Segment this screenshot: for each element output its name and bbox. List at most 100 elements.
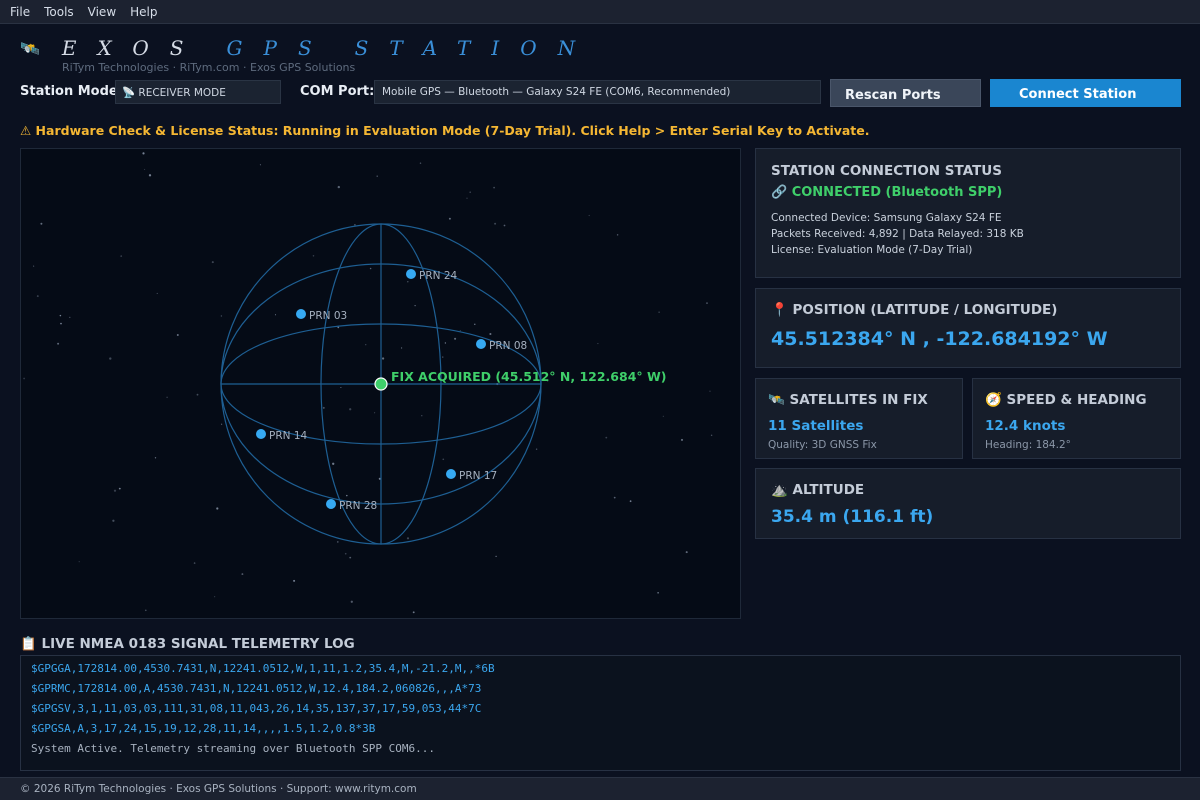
app-title: 🛰️ EXOS GPS STATION <box>20 34 596 62</box>
satellites-fix-title: 🛰️ SATELLITES IN FIX <box>768 392 928 408</box>
connection-status-badge: 🔗 CONNECTED (Bluetooth SPP) <box>771 185 1003 200</box>
star <box>350 600 353 603</box>
star <box>349 556 352 559</box>
star <box>113 489 117 492</box>
speed-heading-title: 🧭 SPEED & HEADING <box>985 392 1147 408</box>
star <box>166 396 168 399</box>
menu-view[interactable]: View <box>88 5 116 19</box>
app-subtitle: RiTym Technologies · RiTym.com · Exos GP… <box>62 61 356 74</box>
satellites-fix-quality: Quality: 3D GNSS Fix <box>768 439 877 451</box>
star <box>36 295 39 298</box>
star <box>605 436 608 439</box>
star <box>421 415 423 417</box>
satellite-markers: PRN 24 PRN 03 PRN 08 PRN 14 PRN 17 PRN 2… <box>256 269 527 512</box>
satellite-marker-prn28 <box>326 499 336 509</box>
star <box>322 406 325 409</box>
star <box>597 343 599 345</box>
satellite-sky-view: PRN 24 PRN 03 PRN 08 PRN 14 PRN 17 PRN 2… <box>20 148 741 619</box>
altitude-value: 35.4 m (116.1 ft) <box>771 507 934 527</box>
star <box>144 609 147 612</box>
star <box>657 592 659 594</box>
menu-file[interactable]: File <box>10 5 30 19</box>
star <box>588 214 590 217</box>
star <box>454 337 457 340</box>
star <box>407 280 409 283</box>
menu-bar: File Tools View Help <box>0 0 1200 24</box>
com-port-label: COM Port: <box>300 84 375 99</box>
speed-heading-panel: 🧭 SPEED & HEADING 12.4 knots Heading: 18… <box>972 378 1181 459</box>
altitude-title: ⛰️ ALTITUDE <box>771 482 865 498</box>
log-line: $GPGSV,3,1,11,03,03,111,31,08,11,043,26,… <box>31 702 482 715</box>
star <box>196 393 199 396</box>
star <box>142 152 145 155</box>
star <box>60 322 62 325</box>
star <box>312 255 315 257</box>
star <box>613 496 616 499</box>
app-title-part3: STATION <box>354 36 597 60</box>
star <box>346 494 348 497</box>
position-panel: 📍 POSITION (LATITUDE / LONGITUDE) 45.512… <box>755 288 1181 368</box>
fix-label: FIX ACQUIRED (45.512° N, 122.684° W) <box>391 369 667 384</box>
star <box>216 507 219 510</box>
satellite-label-prn17: PRN 17 <box>459 470 497 482</box>
star <box>78 561 80 563</box>
star <box>176 334 179 336</box>
star <box>412 611 415 614</box>
star <box>33 265 35 267</box>
star <box>680 438 684 441</box>
menu-tools[interactable]: Tools <box>44 5 74 19</box>
star <box>344 552 347 555</box>
satellite-marker-prn17 <box>446 469 456 479</box>
star <box>144 168 146 170</box>
connected-device-text: Connected Device: Samsung Galaxy S24 FE <box>771 212 1002 224</box>
menu-help[interactable]: Help <box>130 5 157 19</box>
star <box>419 162 422 164</box>
star <box>616 234 619 236</box>
star <box>444 342 447 344</box>
position-value: 45.512384° N , -122.684192° W <box>771 328 1108 350</box>
star <box>354 223 356 226</box>
star <box>57 342 60 345</box>
star <box>466 197 468 199</box>
star <box>365 344 367 346</box>
station-mode-select[interactable]: 📡 RECEIVER MODE <box>115 80 281 104</box>
star <box>220 315 223 317</box>
star <box>503 224 506 227</box>
satellite-marker-prn14 <box>256 429 266 439</box>
star <box>448 217 451 220</box>
star <box>337 185 340 189</box>
star <box>414 304 416 307</box>
satellite-icon: 🛰️ <box>20 38 42 58</box>
telemetry-log[interactable]: $GPGGA,172814.00,4530.7431,N,12241.0512,… <box>20 655 1181 771</box>
star <box>406 537 410 540</box>
satellite-marker-prn24 <box>406 269 416 279</box>
log-line: $GPGGA,172814.00,4530.7431,N,12241.0512,… <box>31 662 495 675</box>
license-warning: ⚠ Hardware Check & License Status: Runni… <box>20 123 870 138</box>
star <box>710 434 713 437</box>
star <box>241 573 244 576</box>
satellite-label-prn28: PRN 28 <box>339 500 377 512</box>
log-line-system: System Active. Telemetry streaming over … <box>31 742 435 755</box>
com-port-select[interactable]: Mobile GPS — Bluetooth — Galaxy S24 FE (… <box>374 80 821 104</box>
station-mode-label: Station Mode: <box>20 84 123 99</box>
star <box>489 332 492 336</box>
star <box>337 326 340 329</box>
fix-point <box>374 377 388 391</box>
satellite-label-prn03: PRN 03 <box>309 310 347 322</box>
connect-station-button[interactable]: Connect Station <box>990 79 1181 107</box>
star <box>274 314 277 316</box>
satellite-label-prn14: PRN 14 <box>269 430 308 442</box>
star <box>495 555 497 558</box>
telemetry-log-title: 📋 LIVE NMEA 0183 SIGNAL TELEMETRY LOG <box>20 636 355 652</box>
packets-text: Packets Received: 4,892 | Data Relayed: … <box>771 228 1024 240</box>
rescan-ports-button[interactable]: Rescan Ports <box>830 79 981 107</box>
star <box>109 357 112 360</box>
star <box>442 458 445 461</box>
footer: © 2026 RiTym Technologies · Exos GPS Sol… <box>0 777 1200 800</box>
app-title-part1: EXOS <box>61 36 205 60</box>
speed-value: 12.4 knots <box>985 418 1066 434</box>
star <box>259 164 261 166</box>
star <box>59 314 62 317</box>
star <box>709 390 711 392</box>
star <box>120 255 123 257</box>
